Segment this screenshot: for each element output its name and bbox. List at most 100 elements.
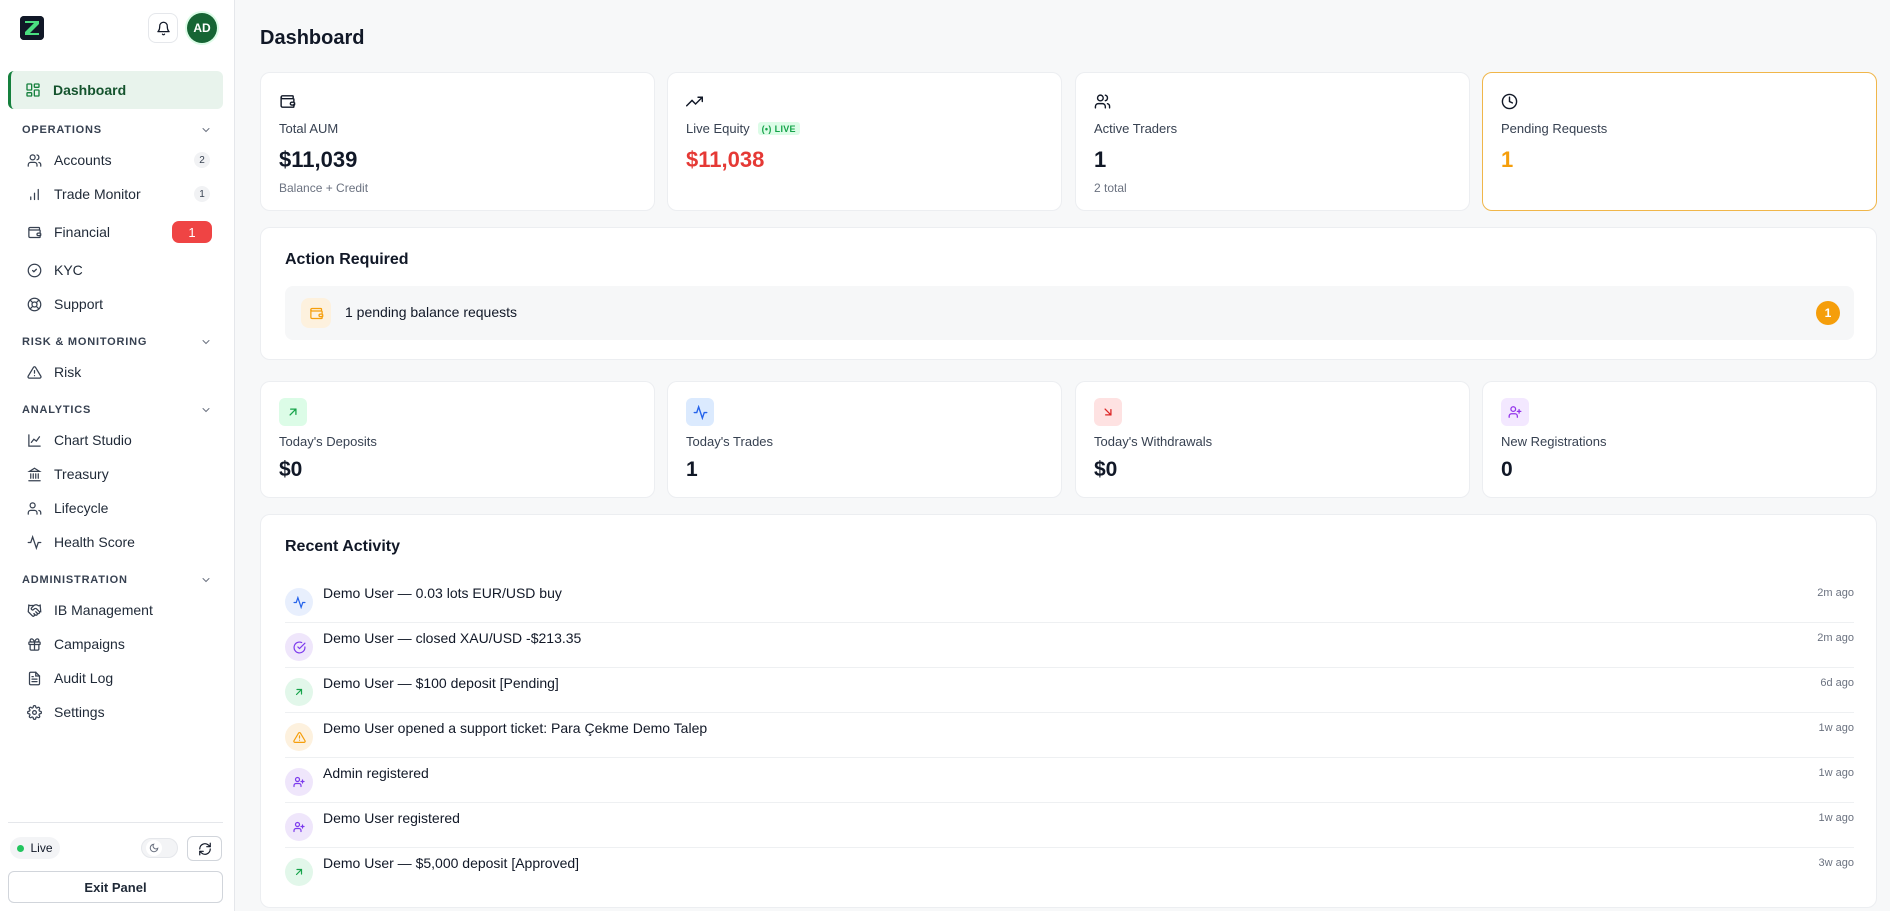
today-card-deposits: Today's Deposits $0 bbox=[260, 381, 655, 498]
stat-label: Today's Trades bbox=[686, 434, 774, 449]
sidebar-item-label: Chart Studio bbox=[54, 432, 132, 448]
sidebar-item-label: Health Score bbox=[54, 534, 135, 550]
activity-text: Demo User registered bbox=[323, 810, 460, 826]
stat-subtext: 2 total bbox=[1094, 181, 1127, 195]
stat-value: $0 bbox=[279, 458, 303, 481]
activity-icon bbox=[686, 398, 714, 426]
activity-row[interactable]: Admin registered 1w ago bbox=[285, 758, 1854, 803]
connection-status: Live bbox=[10, 837, 60, 859]
sidebar: AD Dashboard OPERATIONS Accounts 2 Trade… bbox=[0, 0, 235, 911]
stat-card-active-traders: Active Traders 1 2 total bbox=[1075, 72, 1470, 211]
stat-label: Active Traders bbox=[1094, 121, 1178, 136]
landmark-icon bbox=[24, 467, 44, 482]
stat-value: 1 bbox=[686, 458, 698, 481]
status-label: Live bbox=[30, 841, 53, 855]
sidebar-item-risk[interactable]: Risk bbox=[24, 359, 214, 385]
user-avatar[interactable]: AD bbox=[187, 13, 217, 43]
alert-triangle-icon bbox=[285, 723, 313, 751]
live-badge-label: LIVE bbox=[774, 123, 796, 134]
alert-triangle-icon bbox=[24, 365, 44, 380]
sidebar-item-kyc[interactable]: KYC bbox=[24, 257, 214, 283]
sidebar-item-chart-studio[interactable]: Chart Studio bbox=[24, 427, 214, 453]
refresh-button[interactable] bbox=[187, 836, 222, 861]
chevron-down-icon bbox=[200, 124, 212, 136]
activity-row[interactable]: Demo User — $100 deposit [Pending] 6d ag… bbox=[285, 668, 1854, 713]
sidebar-item-audit-log[interactable]: Audit Log bbox=[24, 665, 214, 691]
activity-text: Demo User opened a support ticket: Para … bbox=[323, 720, 708, 736]
sidebar-item-support[interactable]: Support bbox=[24, 291, 214, 317]
stat-value: 1 bbox=[1094, 147, 1107, 172]
section-risk-monitoring[interactable]: RISK & MONITORING bbox=[22, 334, 212, 350]
refresh-icon bbox=[198, 842, 212, 856]
stat-label: Today's Deposits bbox=[279, 434, 377, 449]
sidebar-item-label: Trade Monitor bbox=[54, 186, 141, 202]
exit-panel-button[interactable]: Exit Panel bbox=[8, 871, 223, 903]
chevron-down-icon bbox=[200, 574, 212, 586]
activity-row[interactable]: Demo User — 0.03 lots EUR/USD buy 2m ago bbox=[285, 578, 1854, 623]
file-text-icon bbox=[24, 671, 44, 686]
sidebar-item-label: Financial bbox=[54, 224, 111, 240]
activity-time: 1w ago bbox=[1818, 812, 1854, 824]
activity-text: Demo User — $5,000 deposit [Approved] bbox=[323, 855, 580, 871]
section-title: ANALYTICS bbox=[22, 404, 92, 416]
today-card-withdrawals: Today's Withdrawals $0 bbox=[1075, 381, 1470, 498]
activity-row[interactable]: Demo User opened a support ticket: Para … bbox=[285, 713, 1854, 758]
count-badge: 2 bbox=[194, 152, 210, 168]
sidebar-item-label: Accounts bbox=[54, 152, 112, 168]
action-item-pending-balance[interactable]: 1 pending balance requests 1 bbox=[285, 286, 1854, 340]
bell-icon bbox=[156, 21, 171, 36]
section-administration[interactable]: ADMINISTRATION bbox=[22, 572, 212, 588]
sidebar-item-ib-management[interactable]: IB Management bbox=[24, 597, 214, 623]
stat-label: Pending Requests bbox=[1501, 121, 1608, 136]
activity-text: Admin registered bbox=[323, 765, 429, 781]
stat-label: Live Equity bbox=[686, 121, 750, 136]
notifications-button[interactable] bbox=[148, 13, 178, 43]
trending-up-icon bbox=[686, 93, 703, 110]
life-buoy-icon bbox=[24, 297, 44, 312]
activity-text: Demo User — closed XAU/USD -$213.35 bbox=[323, 630, 582, 646]
arrow-up-right-icon bbox=[285, 678, 313, 706]
section-title: Recent Activity bbox=[285, 538, 400, 555]
arrow-up-right-icon bbox=[285, 858, 313, 886]
theme-toggle[interactable] bbox=[141, 838, 178, 858]
chevron-down-icon bbox=[200, 336, 212, 348]
stat-card-pending-requests[interactable]: Pending Requests 1 bbox=[1482, 72, 1877, 211]
today-card-registrations: New Registrations 0 bbox=[1482, 381, 1877, 498]
sidebar-item-financial[interactable]: Financial 1 bbox=[24, 219, 214, 245]
wallet-icon bbox=[279, 93, 296, 110]
divider bbox=[8, 822, 223, 823]
stat-value: $11,039 bbox=[279, 147, 358, 172]
section-analytics[interactable]: ANALYTICS bbox=[22, 402, 212, 418]
arrow-up-right-icon bbox=[279, 398, 307, 426]
sidebar-item-dashboard[interactable]: Dashboard bbox=[8, 71, 223, 109]
sidebar-item-treasury[interactable]: Treasury bbox=[24, 461, 214, 487]
activity-row[interactable]: Demo User registered 1w ago bbox=[285, 803, 1854, 848]
moon-icon bbox=[146, 840, 162, 856]
sidebar-item-accounts[interactable]: Accounts 2 bbox=[24, 147, 214, 173]
activity-row[interactable]: Demo User — $5,000 deposit [Approved] 3w… bbox=[285, 848, 1854, 893]
sidebar-item-label: KYC bbox=[54, 262, 83, 278]
handshake-icon bbox=[24, 603, 44, 618]
activity-time: 1w ago bbox=[1818, 767, 1854, 779]
stat-value: 1 bbox=[1501, 147, 1514, 172]
gift-icon bbox=[24, 637, 44, 652]
action-item-text: 1 pending balance requests bbox=[345, 304, 518, 320]
activity-icon bbox=[285, 588, 313, 616]
sidebar-item-label: Dashboard bbox=[53, 82, 127, 98]
sidebar-item-campaigns[interactable]: Campaigns bbox=[24, 631, 214, 657]
stat-value: $0 bbox=[1094, 458, 1118, 481]
sidebar-item-trade-monitor[interactable]: Trade Monitor 1 bbox=[24, 181, 214, 207]
users-icon bbox=[1094, 93, 1111, 110]
sidebar-item-health-score[interactable]: Health Score bbox=[24, 529, 214, 555]
sidebar-item-label: Settings bbox=[54, 704, 105, 720]
sidebar-item-lifecycle[interactable]: Lifecycle bbox=[24, 495, 214, 521]
activity-time: 6d ago bbox=[1820, 677, 1854, 689]
section-operations[interactable]: OPERATIONS bbox=[22, 122, 212, 138]
stat-label: New Registrations bbox=[1501, 434, 1607, 449]
stat-card-live-equity: Live Equity (•) LIVE $11,038 bbox=[667, 72, 1062, 211]
users-icon bbox=[24, 153, 44, 168]
app-logo[interactable] bbox=[20, 16, 44, 40]
section-title: OPERATIONS bbox=[22, 124, 102, 136]
activity-row[interactable]: Demo User — closed XAU/USD -$213.35 2m a… bbox=[285, 623, 1854, 668]
sidebar-item-settings[interactable]: Settings bbox=[24, 699, 214, 725]
